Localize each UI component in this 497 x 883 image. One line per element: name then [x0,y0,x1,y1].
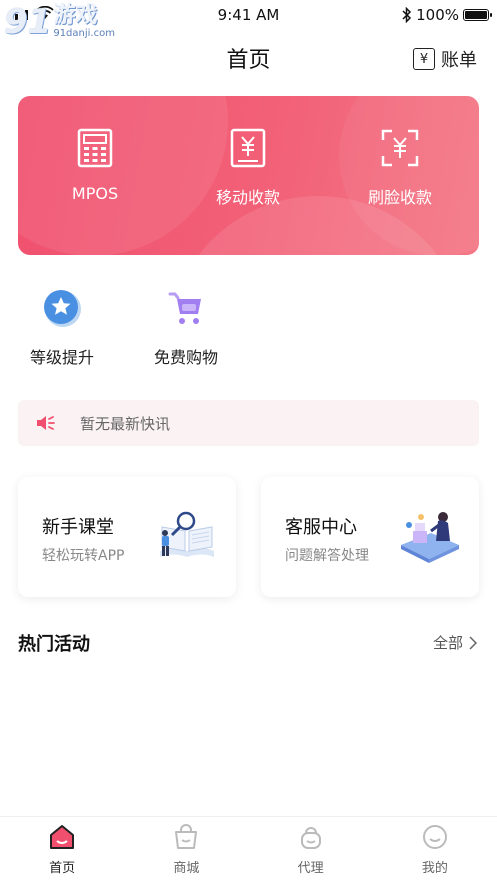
shopping-bag-icon [175,824,198,849]
battery-percent: 100% [416,6,459,24]
beginner-class-title: 新手课堂 [42,517,114,538]
free-shopping-entry[interactable]: 免费购物 [131,288,241,368]
beginner-class-card[interactable]: 新手课堂 轻松玩转APP [18,477,236,597]
notice-text: 暂无最新快讯 [80,414,171,433]
nav-bar: 首页 ¥ 账单 [0,36,497,80]
tab-home[interactable]: 首页 [0,817,124,883]
mobile-payment-label: 移动收款 [215,188,280,207]
battery-icon [463,9,492,21]
tab-agent-label: 代理 [297,861,324,876]
hot-events-title: 热门活动 [18,634,90,655]
mpos-label: MPOS [71,184,119,203]
tab-agent[interactable]: 代理 [249,817,373,883]
news-notice-bar[interactable]: 暂无最新快讯 [18,400,479,446]
bill-button[interactable]: ¥ 账单 [413,46,477,72]
tab-profile-label: 我的 [421,861,448,876]
view-all-label: 全部 [432,634,463,652]
home-icon [50,825,75,849]
face-scan-yen-icon [381,129,419,167]
tab-mall[interactable]: 商城 [124,817,248,883]
beginner-class-subtitle: 轻松玩转APP [42,548,125,564]
customer-service-card[interactable]: 客服中心 问题解答处理 [261,477,479,597]
speaker-icon [37,416,55,430]
free-shopping-label: 免费购物 [153,348,218,367]
mpos-button[interactable]: MPOS [35,128,155,203]
bluetooth-icon [402,7,412,23]
chevron-right-icon [469,635,477,650]
customer-service-title: 客服中心 [285,517,357,538]
face-payment-label: 刷脸收款 [367,188,432,207]
view-all-link[interactable]: 全部 [433,632,477,653]
shopping-cart-icon [168,292,201,324]
tab-mall-label: 商城 [173,861,200,876]
bill-label: 账单 [441,50,477,71]
yen-receipt-icon [230,128,266,168]
bottom-tab-bar: 首页 商城 代理 我的 [0,816,497,883]
agent-icon [300,827,321,849]
mobile-payment-button[interactable]: 移动收款 [188,128,308,208]
tab-profile[interactable]: 我的 [373,817,497,883]
yen-receipt-icon: ¥ [413,48,435,70]
calculator-icon [77,128,113,168]
profile-icon [422,825,447,849]
customer-service-illustration-icon [401,512,459,563]
face-payment-button[interactable]: 刷脸收款 [340,128,460,208]
tab-home-label: 首页 [49,861,76,876]
magnifier-book-illustration-icon [160,511,214,557]
level-up-entry[interactable]: 等级提升 [7,288,117,368]
star-badge-icon [44,290,81,327]
status-bar: 91 游戏 91danji.com 9:41 AM 100% [0,0,497,42]
level-up-label: 等级提升 [29,348,94,367]
payment-banner: MPOS 移动收款 刷脸收款 [18,96,479,255]
customer-service-subtitle: 问题解答处理 [285,548,369,564]
